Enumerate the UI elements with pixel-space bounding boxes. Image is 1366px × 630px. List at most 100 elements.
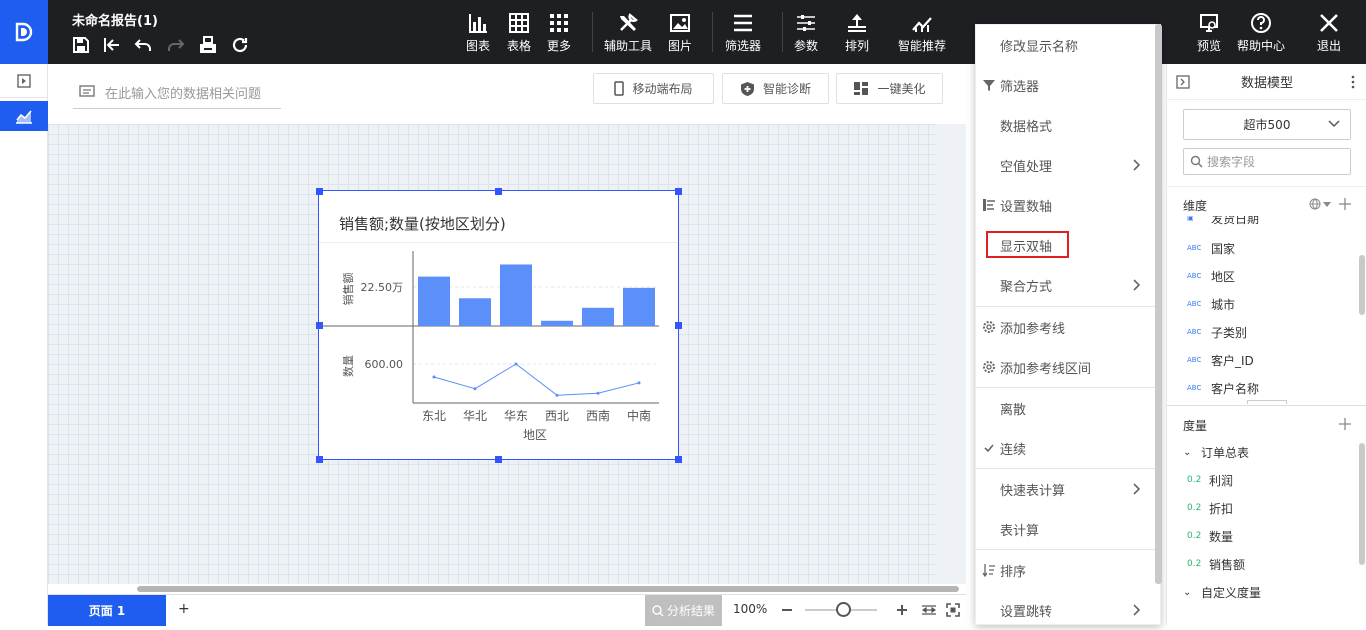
collapse-panel-button[interactable] [0, 64, 48, 98]
menu-item-sort[interactable]: 排序 [976, 550, 1156, 590]
quantity-point[interactable] [473, 387, 477, 391]
sales-bar[interactable] [418, 276, 450, 326]
measure-group-custom[interactable]: ⌄ 自定义度量 [1183, 582, 1261, 602]
globe-icon[interactable] [1309, 198, 1321, 210]
chart-button[interactable]: 图表 [466, 12, 490, 56]
app-logo[interactable] [0, 0, 48, 64]
quantity-point[interactable] [637, 381, 641, 385]
sales-bar[interactable] [582, 307, 614, 326]
gear-icon [983, 321, 995, 333]
fullscreen-icon[interactable] [946, 603, 960, 617]
sales-bar[interactable] [500, 264, 532, 326]
quantity-point[interactable] [596, 391, 600, 395]
panel-collapse-icon[interactable] [1176, 75, 1190, 89]
more-vertical-icon[interactable] [1351, 75, 1355, 89]
dimension-item[interactable]: ABC 子类别 [1187, 322, 1247, 342]
dimension-item[interactable]: ABC 地区 [1187, 266, 1235, 286]
filter-button[interactable]: 筛选器 [725, 12, 761, 56]
menu-item-aggregation[interactable]: 聚合方式 [976, 265, 1156, 305]
question-input[interactable]: 在此输入您的数据相关问题 [73, 76, 281, 109]
resize-handle[interactable] [675, 188, 682, 195]
zoom-slider-thumb[interactable] [836, 602, 851, 617]
help-center-button[interactable]: 帮助中心 [1237, 12, 1285, 56]
menu-item-data-format[interactable]: 数据格式 [976, 105, 1156, 145]
measure-item[interactable]: 0.2 数量 [1187, 526, 1233, 546]
menu-item-continuous[interactable]: 连续 [976, 428, 1156, 468]
add-page-button[interactable]: + [178, 601, 190, 617]
report-title[interactable]: 未命名报告(1) [72, 10, 158, 29]
caret-down-icon[interactable] [1323, 202, 1331, 207]
menu-item-rename[interactable]: 修改显示名称 [976, 25, 1156, 65]
zoom-out-icon[interactable] [782, 609, 792, 611]
analysis-result-button[interactable]: 分析结果 [645, 595, 722, 626]
measure-group-orders[interactable]: ⌄ 订单总表 [1183, 442, 1249, 462]
menu-item-label: 设置跳转 [1000, 604, 1053, 620]
help-icon [1251, 13, 1271, 33]
measure-item[interactable]: 0.2 利润 [1187, 470, 1233, 490]
add-dimension-icon[interactable] [1339, 198, 1351, 210]
measure-scrollbar[interactable] [1359, 443, 1365, 565]
undo-icon[interactable] [134, 36, 152, 54]
dimension-scrollbar[interactable] [1359, 255, 1365, 315]
horizontal-scrollbar[interactable] [137, 586, 959, 592]
quantity-series-line [433, 363, 640, 396]
menu-item-null-handling[interactable]: 空值处理 [976, 145, 1156, 185]
add-measure-icon[interactable] [1339, 418, 1351, 430]
smart-recommend-button[interactable]: 智能推荐 [898, 12, 946, 56]
dimension-item[interactable]: ABC 国家 [1187, 238, 1235, 258]
table-label: 表格 [507, 39, 532, 53]
save-icon[interactable] [72, 36, 90, 54]
table-button[interactable]: 表格 [507, 12, 531, 56]
shield-icon [740, 81, 754, 96]
resize-handle[interactable] [495, 188, 502, 195]
preview-button[interactable]: 预览 [1197, 12, 1221, 56]
dimension-item[interactable]: ABC 客户名称 [1187, 378, 1259, 398]
data-model-header: 数据模型 [1167, 64, 1366, 100]
chart-widget[interactable]: 销售额;数量(按地区划分) 销售额 数量 22.50万 600.00 东北 华北 华… [316, 188, 682, 463]
image-button[interactable]: 图片 [668, 12, 692, 56]
gear-icon [983, 361, 995, 373]
measure-item[interactable]: 0.2 销售额 [1187, 554, 1245, 574]
zoom-in-icon[interactable] [897, 605, 907, 615]
back-to-list-icon[interactable] [103, 36, 121, 54]
refresh-icon[interactable] [231, 36, 249, 54]
sales-bar[interactable] [541, 320, 573, 326]
menu-item-set-jump[interactable]: 设置跳转 [976, 590, 1156, 630]
quantity-point[interactable] [555, 393, 559, 397]
chart-nav-button[interactable] [0, 101, 48, 131]
params-button[interactable]: 参数 [794, 12, 818, 56]
dataset-select[interactable]: 超市500 [1183, 109, 1351, 140]
one-click-beautify-button[interactable]: 一键美化 [836, 73, 943, 104]
sort-button[interactable]: 排列 [845, 12, 869, 56]
chevron-right-icon [1133, 279, 1141, 291]
redo-icon[interactable] [167, 36, 185, 54]
mobile-layout-button[interactable]: 移动端布局 [593, 73, 714, 104]
more-button[interactable]: 更多 [547, 12, 571, 56]
menu-item-add-reference-band[interactable]: 添加参考线区间 [976, 347, 1156, 387]
resize-handle[interactable] [316, 188, 323, 195]
area-chart-icon [16, 110, 32, 124]
fit-width-icon[interactable] [922, 603, 936, 617]
smart-diagnose-button[interactable]: 智能诊断 [722, 73, 829, 104]
measure-item[interactable]: 0.2 折扣 [1187, 498, 1233, 518]
page-tab[interactable]: 页面 1 [48, 595, 166, 626]
dimension-item[interactable]: ▣ 发货日期 [1187, 216, 1259, 228]
sales-bar[interactable] [459, 298, 491, 326]
menu-scrollbar[interactable] [1155, 24, 1162, 584]
print-icon[interactable] [199, 36, 217, 54]
menu-item-quick-table-calc[interactable]: 快速表计算 [976, 469, 1156, 509]
menu-item-add-reference-line[interactable]: 添加参考线 [976, 307, 1156, 347]
menu-item-filter[interactable]: 筛选器 [976, 65, 1156, 105]
dimension-item[interactable]: ABC 城市 [1187, 294, 1235, 314]
quantity-point[interactable] [432, 375, 436, 379]
menu-item-set-axis[interactable]: 设置数轴 [976, 185, 1156, 225]
quantity-point[interactable] [514, 362, 518, 366]
assist-tools-button[interactable]: 辅助工具 [604, 12, 652, 56]
exit-button[interactable]: 退出 [1317, 12, 1341, 56]
field-search-input[interactable]: 搜索字段 [1183, 148, 1351, 175]
menu-item-discrete[interactable]: 离散 [976, 388, 1156, 428]
splitter-handle[interactable] [1247, 400, 1287, 404]
menu-item-table-calc[interactable]: 表计算 [976, 509, 1156, 549]
sales-bar[interactable] [623, 287, 655, 326]
dimension-item[interactable]: ABC 客户_ID [1187, 350, 1254, 370]
